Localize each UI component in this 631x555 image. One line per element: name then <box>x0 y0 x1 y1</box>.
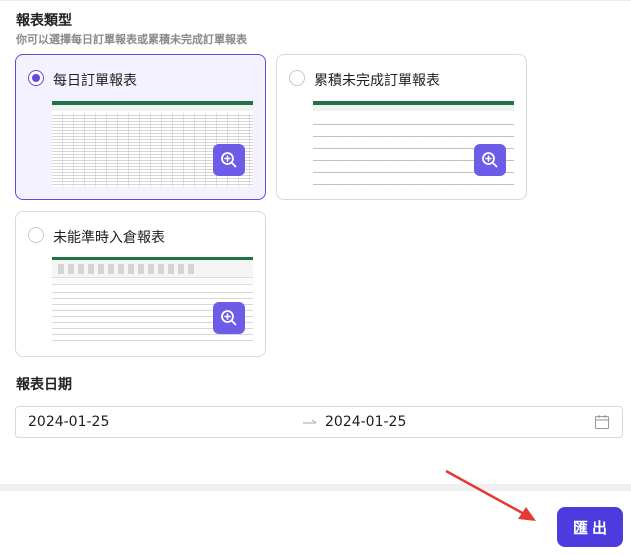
radio-button-late-inbound[interactable] <box>28 227 44 243</box>
zoom-in-icon <box>221 310 237 326</box>
date-range-picker[interactable]: 2024-01-25 2024-01-25 <box>15 406 623 438</box>
zoom-in-icon <box>482 152 498 168</box>
report-type-title: 報表類型 <box>16 13 72 29</box>
arrow-right-icon <box>303 419 317 424</box>
zoom-in-button-late-inbound[interactable] <box>213 302 245 334</box>
radio-button-outstanding-orders[interactable] <box>289 70 305 86</box>
export-button[interactable]: 匯出 <box>557 507 623 547</box>
top-divider <box>0 0 631 1</box>
report-option-label: 累積未完成訂單報表 <box>314 73 440 89</box>
report-type-subtitle: 你可以選擇每日訂單報表或累積未完成訂單報表 <box>16 33 247 46</box>
report-option-label: 每日訂單報表 <box>53 73 137 89</box>
report-date-title: 報表日期 <box>16 377 72 393</box>
end-date-input[interactable]: 2024-01-25 <box>325 414 406 430</box>
annotation-arrow-icon <box>445 469 536 521</box>
zoom-in-button-outstanding-orders[interactable] <box>474 144 506 176</box>
zoom-in-button-daily-orders[interactable] <box>213 144 245 176</box>
zoom-in-icon <box>221 152 237 168</box>
report-option-label: 未能準時入倉報表 <box>53 230 165 246</box>
report-option-outstanding-orders[interactable]: 累積未完成訂單報表 <box>276 54 527 200</box>
report-option-daily-orders[interactable]: 每日訂單報表 <box>15 54 266 200</box>
radio-button-daily-orders[interactable] <box>28 70 44 86</box>
start-date-input[interactable]: 2024-01-25 <box>28 414 109 430</box>
calendar-icon[interactable] <box>594 414 610 430</box>
report-option-late-inbound[interactable]: 未能準時入倉報表 <box>15 211 266 357</box>
report-export-page: 報表類型 你可以選擇每日訂單報表或累積未完成訂單報表 每日訂單報表 累積未完成訂… <box>0 0 631 555</box>
